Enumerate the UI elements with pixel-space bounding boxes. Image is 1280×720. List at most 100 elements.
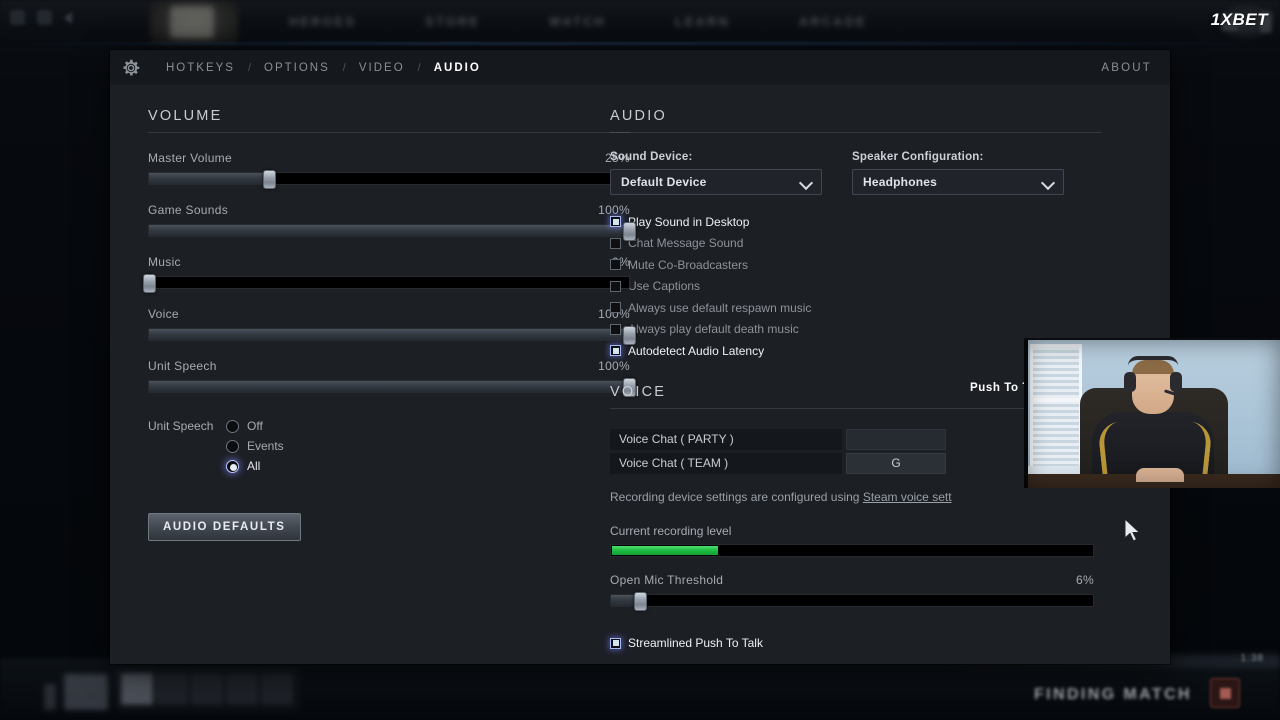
checkbox-label: Use Captions	[628, 279, 701, 294]
tab-hotkeys[interactable]: HOTKEYS	[154, 62, 247, 74]
hero-slot-3[interactable]	[226, 673, 258, 705]
checkbox-label: Always use default respawn music	[628, 300, 812, 315]
tab-options[interactable]: OPTIONS	[252, 62, 342, 74]
checkbox-icon[interactable]	[610, 302, 621, 314]
gear-icon[interactable]	[120, 57, 142, 79]
slider-knob[interactable]	[263, 170, 276, 189]
settings-header: HOTKEYS / OPTIONS / VIDEO / AUDIO ABOUT	[110, 50, 1170, 86]
sound-device-value: Default Device	[621, 175, 707, 189]
checkbox-chat-message-sound[interactable]: Chat Message Sound	[610, 233, 1170, 255]
recording-level-meter	[610, 543, 1094, 557]
open-mic-threshold-slider[interactable]	[610, 591, 1094, 611]
client-nav: HEROES STORE WATCH LEARN ARCADE	[255, 0, 902, 44]
checkbox-icon[interactable]	[610, 323, 621, 335]
speaker-configuration-group: Speaker Configuration: Headphones	[852, 151, 1064, 195]
checkbox-always-use-default-respawn-music[interactable]: Always use default respawn music	[610, 297, 1170, 319]
checkbox-label: Play Sound in Desktop	[628, 214, 750, 229]
radio-all-label: All	[247, 459, 261, 473]
voice-chat-party-label: Voice Chat ( PARTY )	[610, 428, 842, 450]
radio-events-icon[interactable]	[226, 439, 239, 453]
console-icon[interactable]	[10, 10, 25, 25]
slider-track[interactable]	[148, 170, 630, 189]
slider-game-sounds[interactable]: Game Sounds 100%	[148, 203, 636, 241]
avatar[interactable]	[64, 674, 108, 710]
screen: HEROES STORE WATCH LEARN ARCADE 1XBET 1:…	[0, 0, 1280, 720]
hero-slot-1[interactable]	[156, 673, 188, 705]
checkbox-icon[interactable]	[610, 637, 621, 649]
hero-slot-portrait[interactable]	[121, 673, 153, 705]
sound-device-group: Sound Device: Default Device	[610, 151, 822, 195]
radio-row-events[interactable]: Events	[148, 439, 610, 453]
checkbox-use-captions[interactable]: Use Captions	[610, 276, 1170, 298]
nav-item-heroes[interactable]: HEROES	[255, 15, 392, 29]
radio-events-label: Events	[247, 439, 284, 453]
checkbox-label: Streamlined Push To Talk	[628, 636, 763, 651]
back-arrow-icon[interactable]	[64, 11, 72, 24]
slider-knob[interactable]	[633, 591, 647, 611]
slider-knob[interactable]	[143, 274, 156, 293]
open-mic-threshold-label: Open Mic Threshold	[610, 572, 724, 587]
recording-hint: Recording device settings are configured…	[610, 490, 1102, 504]
cancel-queue-button[interactable]	[1210, 678, 1240, 708]
about-button[interactable]: ABOUT	[1101, 50, 1152, 86]
streamlined-push-to-talk-row: Streamlined Push To Talk	[610, 633, 1102, 655]
slider-track[interactable]	[148, 378, 636, 397]
open-mic-threshold-head: Open Mic Threshold 6%	[610, 573, 1094, 587]
slider-fill	[149, 381, 629, 392]
checkbox-mute-co-broadcasters[interactable]: Mute Co-Broadcasters	[610, 254, 1170, 276]
slider-track[interactable]	[148, 222, 636, 241]
speaker-configuration-dropdown[interactable]: Headphones	[852, 169, 1064, 195]
checkbox-streamlined-push-to-talk[interactable]: Streamlined Push To Talk	[610, 633, 1102, 655]
checkbox-icon[interactable]	[610, 216, 621, 228]
unit-speech-radio-group: Unit Speech Off Events All	[148, 419, 610, 473]
checkbox-icon[interactable]	[610, 280, 621, 292]
slider-unit-speech[interactable]: Unit Speech 100%	[148, 359, 636, 397]
checkbox-label: Autodetect Audio Latency	[628, 343, 765, 358]
nav-item-watch[interactable]: WATCH	[515, 15, 641, 29]
open-mic-threshold-value: 6%	[1076, 572, 1094, 587]
checkbox-icon[interactable]	[610, 259, 621, 271]
slider-master-volume[interactable]: Master Volume 25%	[148, 151, 630, 189]
radio-off-icon[interactable]	[226, 419, 239, 433]
nav-item-learn[interactable]: LEARN	[641, 15, 766, 29]
slider-knob[interactable]	[623, 326, 636, 345]
radio-all-icon[interactable]	[226, 459, 239, 473]
volume-section-title: VOLUME	[148, 108, 223, 124]
slider-label: Master Volume	[148, 151, 232, 165]
checkbox-label: Mute Co-Broadcasters	[628, 257, 749, 272]
nav-item-store[interactable]: STORE	[391, 15, 516, 29]
slider-voice[interactable]: Voice 100%	[148, 307, 636, 345]
tab-video[interactable]: VIDEO	[347, 62, 417, 74]
checkbox-play-sound-in-desktop[interactable]: Play Sound in Desktop	[610, 211, 1170, 233]
checkbox-always-play-default-death-music[interactable]: Always play default death music	[610, 319, 1170, 341]
steam-voice-settings-link[interactable]: Steam voice sett	[863, 490, 952, 504]
audio-defaults-button[interactable]: AUDIO DEFAULTS	[148, 513, 301, 541]
checkbox-label: Always play default death music	[628, 322, 799, 337]
tab-audio[interactable]: AUDIO	[422, 62, 493, 74]
sound-device-dropdown[interactable]: Default Device	[610, 169, 822, 195]
voice-chat-team-key[interactable]: G	[846, 452, 946, 474]
speaker-configuration-label: Speaker Configuration:	[852, 151, 984, 163]
topbar-sheen	[0, 42, 1280, 45]
slider-music[interactable]: Music 0%	[143, 255, 630, 293]
dota-logo-glyph	[170, 6, 214, 38]
flag-icon	[44, 684, 56, 710]
checkbox-icon[interactable]	[610, 345, 621, 357]
hero-slot-2[interactable]	[191, 673, 223, 705]
slider-knob[interactable]	[623, 222, 636, 241]
radio-row-off[interactable]: Unit Speech Off	[148, 419, 610, 433]
hero-slot-4[interactable]	[261, 673, 293, 705]
nav-item-arcade[interactable]: ARCADE	[765, 15, 902, 29]
radio-row-all[interactable]: All	[148, 459, 610, 473]
slider-fill	[149, 225, 629, 236]
checkbox-icon[interactable]	[610, 237, 621, 249]
slider-track[interactable]	[148, 326, 636, 345]
audio-section-title: AUDIO	[610, 108, 667, 124]
settings-icon[interactable]	[37, 10, 52, 25]
voice-chat-party-key[interactable]	[846, 428, 946, 450]
unit-speech-label: Unit Speech	[148, 419, 214, 433]
hero-slots[interactable]	[116, 668, 298, 710]
slider-track[interactable]	[143, 274, 630, 293]
chevron-down-icon	[1040, 175, 1056, 191]
mouse-cursor	[1124, 518, 1141, 542]
